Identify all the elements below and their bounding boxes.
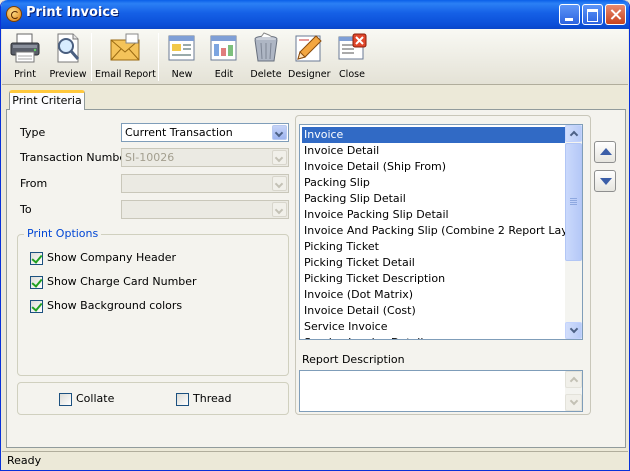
thread-checkbox[interactable]: Thread [176,392,231,408]
report-list-item[interactable]: Picking Ticket Detail [302,255,566,271]
report-description-box[interactable] [299,370,583,412]
scroll-down-icon[interactable] [565,322,582,339]
transaction-number-select[interactable]: SI-10026 [121,148,289,167]
chevron-down-icon[interactable] [272,125,287,140]
show-background-colors-label: Show Background colors [47,299,183,312]
title-bar[interactable]: Print Invoice [1,0,629,29]
tab-print-criteria[interactable]: Print Criteria [9,90,85,110]
report-list[interactable]: Invoice Invoice Detail Invoice Detail (Shi… [299,124,583,340]
edit-label: Edit [214,69,234,80]
trash-can-icon [249,31,283,65]
report-list-item[interactable]: Service Invoice [302,319,566,335]
print-label: Print [14,69,36,80]
to-select[interactable] [121,200,289,219]
designer-pencil-icon [292,31,326,65]
move-up-button[interactable] [594,141,616,163]
report-list-item[interactable]: Invoice Packing Slip Detail [302,207,566,223]
show-charge-card-number-checkbox[interactable]: Show Charge Card Number [30,275,197,291]
type-value: Current Transaction [125,126,233,139]
show-background-colors-checkbox[interactable]: Show Background colors [30,299,182,315]
checkbox-checked-icon[interactable] [30,300,43,313]
collate-label: Collate [76,392,115,405]
email-report-label: Email Report [95,69,156,80]
chevron-down-icon[interactable] [272,150,287,165]
report-list-item[interactable]: Invoice (Dot Matrix) [302,287,566,303]
new-label: New [171,69,193,80]
thread-label: Thread [193,392,232,405]
delete-label: Delete [250,69,282,80]
email-report-button[interactable]: Email Report [95,31,156,83]
scroll-down-icon[interactable] [565,394,582,411]
type-label: Type [20,126,46,139]
print-criteria-page: Type Current Transaction Transaction Num… [6,109,626,448]
scroll-up-icon[interactable] [565,125,582,142]
type-select[interactable]: Current Transaction [121,123,289,142]
window-title: Print Invoice [26,5,119,20]
transaction-number-label: Transaction Number [20,151,131,164]
transaction-number-value: SI-10026 [125,151,175,164]
printer-icon [8,31,42,65]
close-button[interactable]: Close [332,31,372,83]
print-options-group: Print Options Show Company Header Show C… [17,227,289,376]
status-text: Ready [7,454,42,467]
checkbox-unchecked-icon[interactable] [59,393,72,406]
report-list-item[interactable]: Packing Slip [302,175,566,191]
new-report-icon [165,31,199,65]
report-description-label: Report Description [302,353,405,366]
report-list-item[interactable]: Service Invoice Detail [302,335,566,339]
toolbar-separator [158,33,159,81]
move-down-button[interactable] [594,170,616,192]
show-charge-card-number-label: Show Charge Card Number [47,275,197,288]
print-button[interactable]: Print [4,31,46,83]
designer-button[interactable]: Designer [288,31,331,83]
scroll-up-icon[interactable] [565,371,582,388]
app-icon[interactable] [6,6,22,22]
report-list-item[interactable]: Invoice Detail [302,143,566,159]
close-label: Close [339,69,365,80]
preview-button[interactable]: Preview [47,31,89,83]
status-bar: Ready [2,451,628,470]
report-list-item[interactable]: Picking Ticket [302,239,566,255]
chevron-down-icon[interactable] [272,176,287,191]
to-label: To [20,203,32,216]
report-list-item[interactable]: Invoice And Packing Slip (Combine 2 Repo… [302,223,582,239]
scroll-thumb[interactable] [565,143,582,261]
toolbar-separator [91,33,92,81]
chevron-down-icon[interactable] [272,202,287,217]
edit-report-icon [207,31,241,65]
preview-label: Preview [49,69,87,80]
close-window-button[interactable] [605,4,626,25]
close-report-icon [335,31,369,65]
report-list-scrollbar[interactable] [565,125,582,339]
print-invoice-window: Print Invoice Print Preview Email Report… [0,0,630,471]
from-select[interactable] [121,174,289,193]
report-list-item[interactable]: Invoice Detail (Cost) [302,303,566,319]
print-options-title: Print Options [24,227,102,240]
new-button[interactable]: New [162,31,202,83]
checkbox-checked-icon[interactable] [30,252,43,265]
checkbox-unchecked-icon[interactable] [176,393,189,406]
minimize-button[interactable] [559,4,580,25]
envelope-icon [108,31,142,65]
magnifier-document-icon [51,31,85,65]
report-list-item[interactable]: Picking Ticket Description [302,271,566,287]
report-list-item[interactable]: Packing Slip Detail [302,191,566,207]
report-list-item[interactable]: Invoice [302,127,566,143]
maximize-button[interactable] [582,4,603,25]
show-company-header-checkbox[interactable]: Show Company Header [30,251,176,267]
edit-button[interactable]: Edit [204,31,244,83]
designer-label: Designer [288,69,331,80]
show-company-header-label: Show Company Header [47,251,177,264]
checkbox-checked-icon[interactable] [30,276,43,289]
report-list-item[interactable]: Invoice Detail (Ship From) [302,159,566,175]
delete-button[interactable]: Delete [246,31,286,83]
print-panel: Print Criteria Type Current Transaction … [6,90,626,448]
collate-checkbox[interactable]: Collate [59,392,114,408]
description-scrollbar[interactable] [565,371,582,411]
toolbar: Print Preview Email Report New Edit Dele… [2,29,628,85]
collate-thread-group: Collate Thread [17,382,289,415]
from-label: From [20,177,48,190]
